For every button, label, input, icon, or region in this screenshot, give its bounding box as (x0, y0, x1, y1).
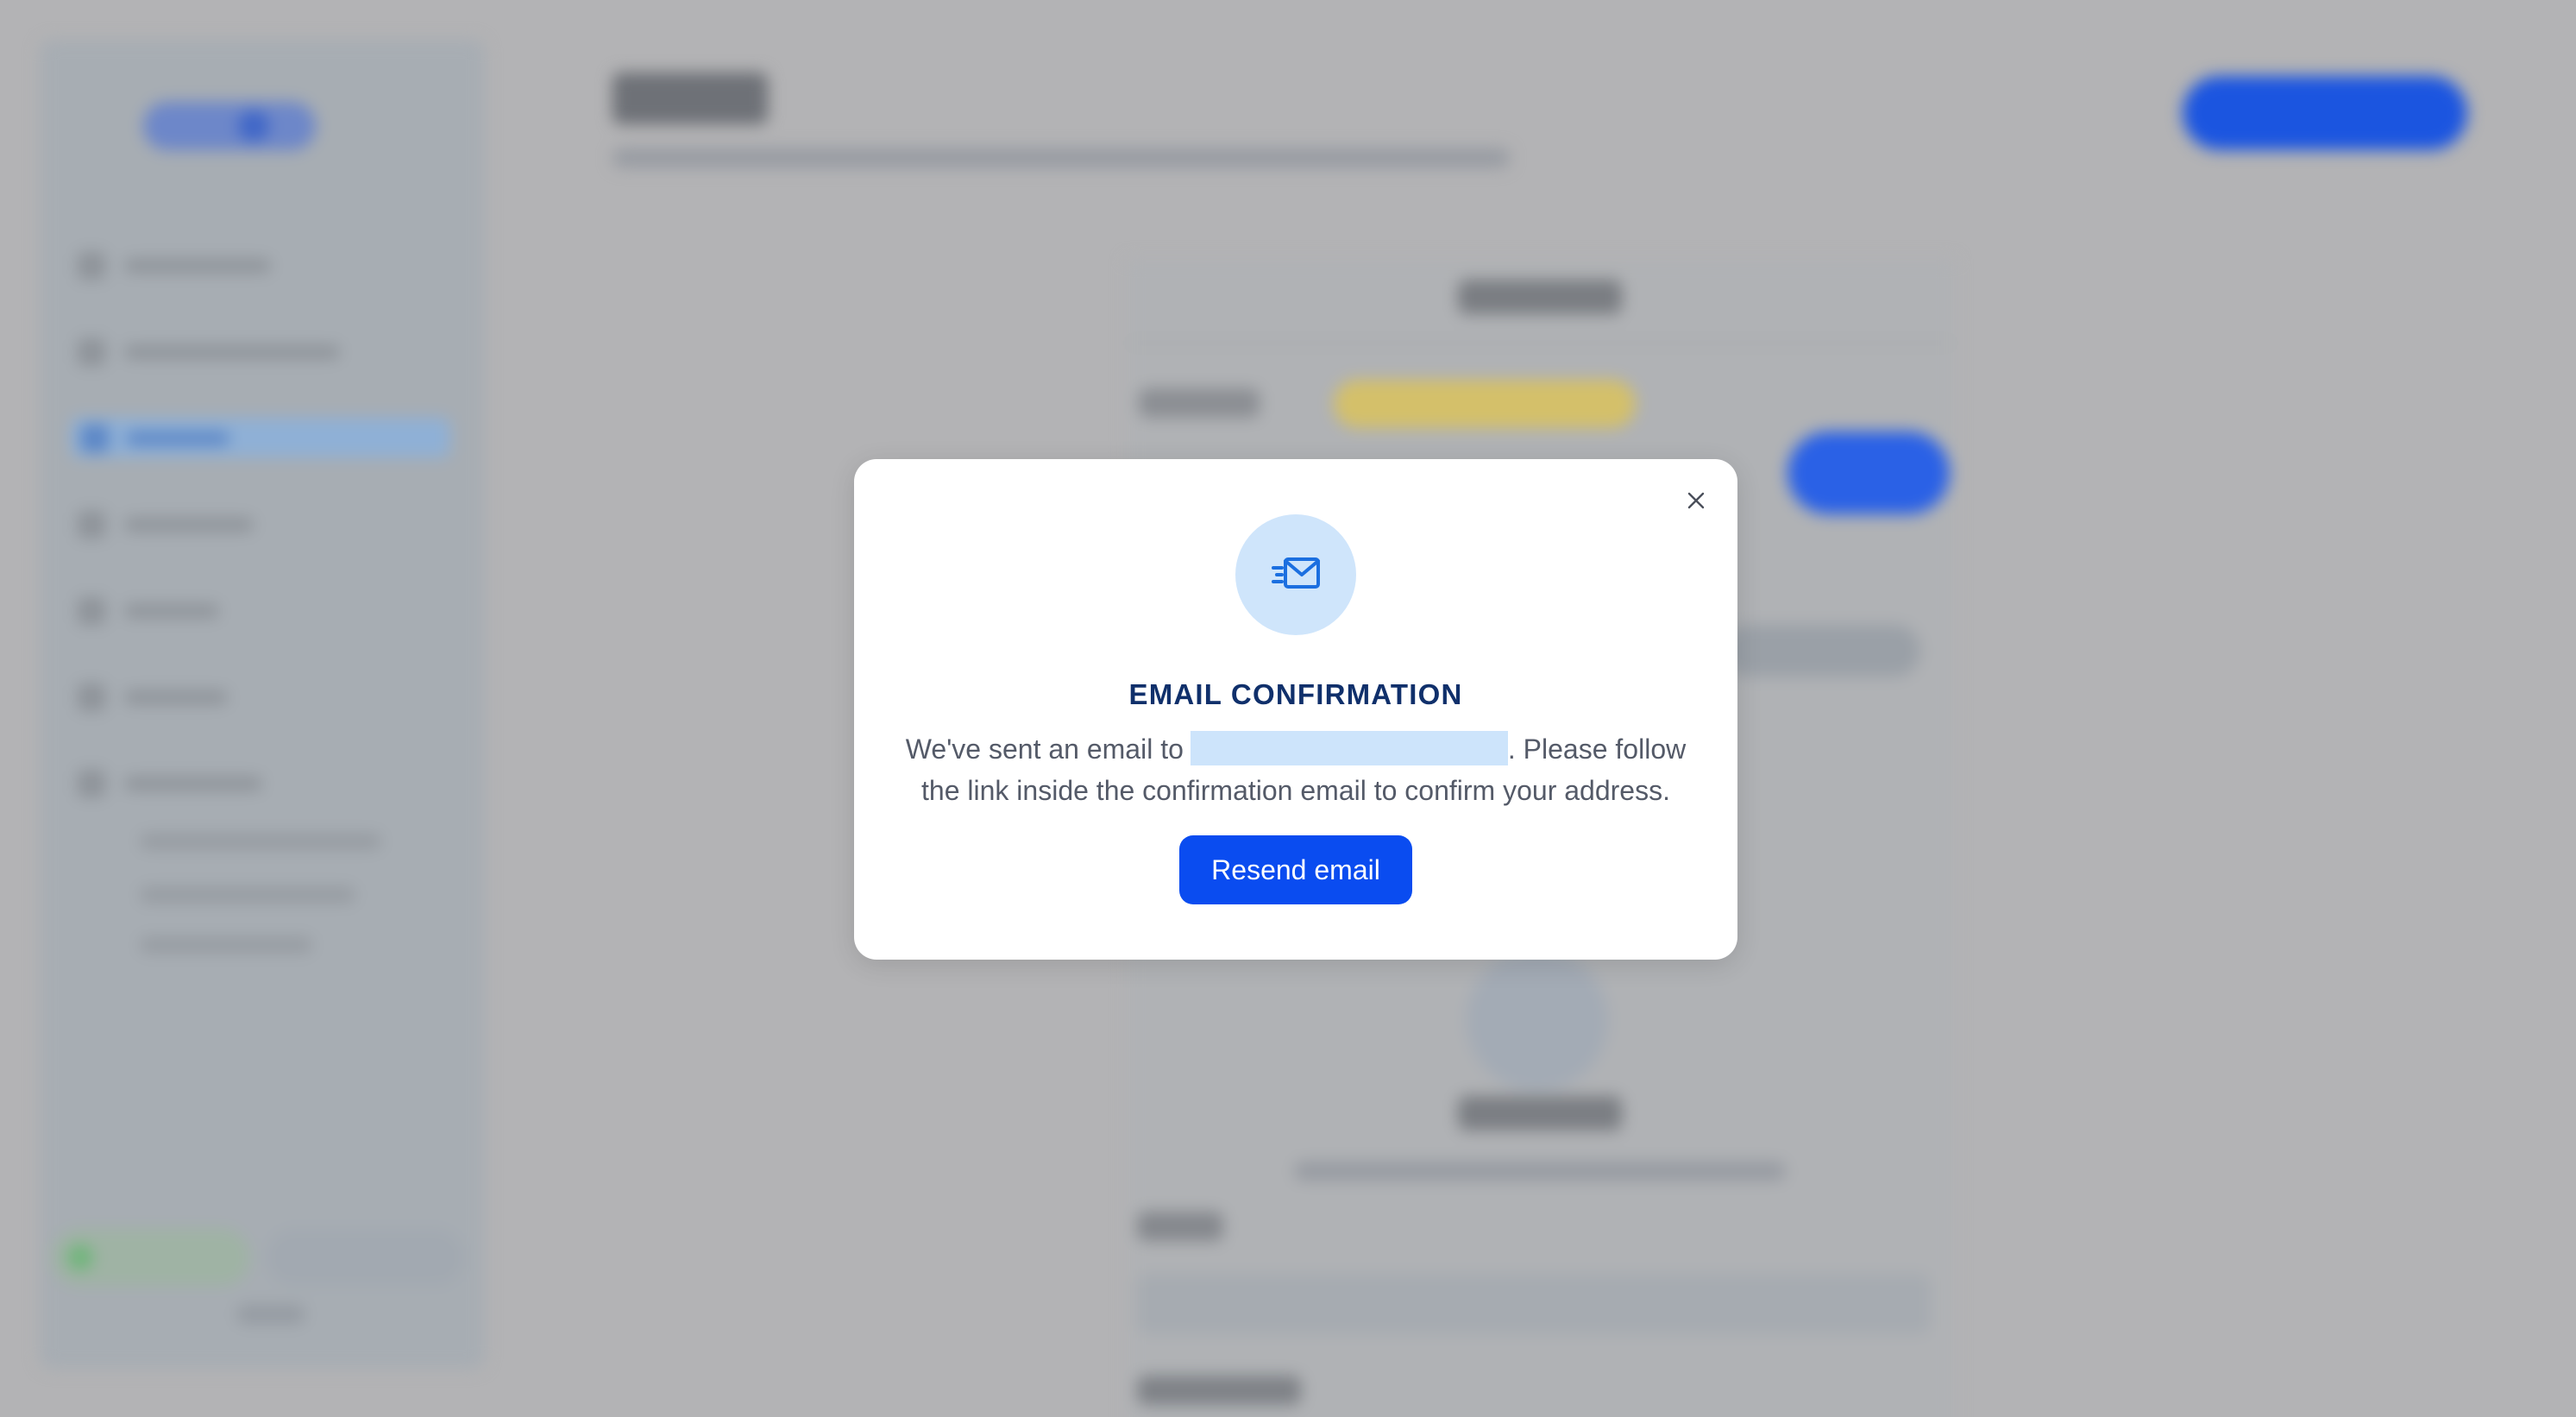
sidebar-item (78, 590, 405, 630)
message-text-before: We've sent an email to (905, 734, 1184, 765)
card-button (1787, 431, 1950, 514)
status-pill (1334, 380, 1636, 428)
mail-sent-icon (1272, 557, 1320, 589)
page-title (613, 72, 768, 124)
sidebar-footer-button (266, 1229, 464, 1286)
card-divider (1127, 342, 1955, 344)
modal-title: EMAIL CONFIRMATION (1128, 678, 1463, 710)
email-confirmation-modal: EMAIL CONFIRMATION We've sent an email t… (854, 459, 1737, 960)
sidebar-item (78, 331, 405, 371)
text-field (1137, 1274, 1931, 1334)
sidebar-item (78, 677, 405, 716)
email-address-redacted (1190, 731, 1508, 765)
avatar-placeholder (1467, 949, 1608, 1091)
secondary-pill (1722, 625, 1920, 677)
sidebar-item (78, 504, 405, 544)
card-heading (1458, 280, 1622, 314)
sidebar-footer-text (236, 1305, 305, 1324)
mail-icon-badge (1235, 514, 1356, 635)
avatar-subtitle (1294, 1162, 1786, 1181)
card-label (1139, 388, 1260, 418)
sidebar (40, 40, 485, 1369)
sidebar-item (78, 763, 405, 803)
close-button[interactable] (1675, 480, 1717, 521)
sidebar-item (78, 245, 405, 285)
sidebar-item-active (71, 418, 450, 457)
sidebar-subitem (140, 834, 381, 849)
modal-message: We've sent an email to. Please follow th… (889, 728, 1703, 811)
logo (143, 102, 316, 150)
close-icon (1687, 492, 1705, 509)
resend-email-button[interactable]: Resend email (1179, 835, 1412, 904)
field-label (1137, 1376, 1301, 1405)
sidebar-subitem (140, 887, 355, 903)
avatar-title (1458, 1096, 1622, 1130)
page-subtitle (613, 148, 1510, 167)
field-label (1137, 1212, 1223, 1241)
header-button (2183, 76, 2467, 150)
status-badge (52, 1229, 250, 1286)
sidebar-subitem (140, 937, 312, 953)
app-root: EMAIL CONFIRMATION We've sent an email t… (0, 0, 2576, 1417)
